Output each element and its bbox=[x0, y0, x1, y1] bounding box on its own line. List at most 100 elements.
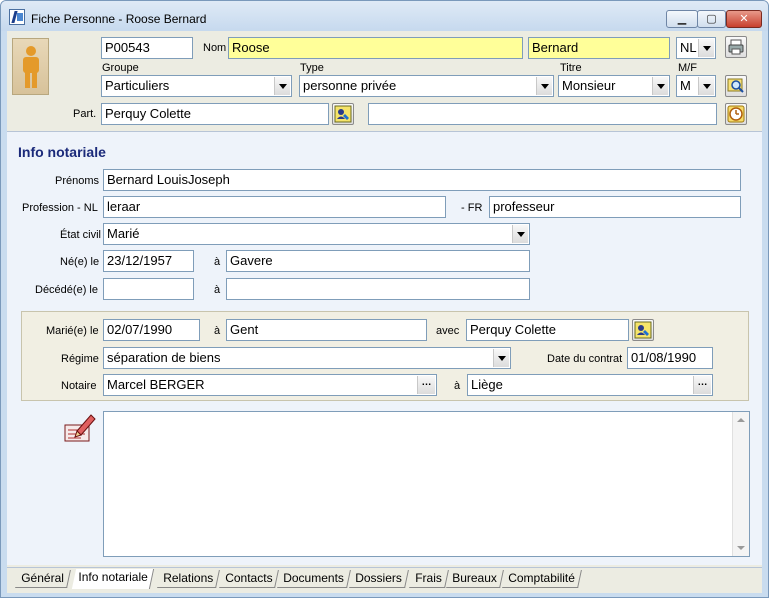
notes-text bbox=[104, 412, 749, 420]
printer-icon bbox=[728, 39, 744, 55]
type-select[interactable]: personne privée bbox=[299, 75, 554, 97]
scroll-up-icon[interactable] bbox=[737, 418, 745, 422]
notes-textarea[interactable] bbox=[103, 411, 750, 557]
titre-select[interactable]: Monsieur bbox=[558, 75, 670, 97]
tab-label: Relations bbox=[163, 571, 214, 585]
contract-date-field[interactable]: 01/08/1990 bbox=[627, 347, 713, 369]
profession-fr-field[interactable]: professeur bbox=[489, 196, 741, 218]
groupe-value: Particuliers bbox=[105, 78, 170, 93]
tab-relations[interactable]: Relations bbox=[157, 570, 220, 588]
decede-label: Décédé(e) le bbox=[35, 284, 98, 296]
code-field[interactable]: P00543 bbox=[101, 37, 193, 59]
tab-label: Comptabilité bbox=[508, 571, 575, 585]
chevron-down-icon[interactable] bbox=[493, 349, 509, 367]
tab-dossiers[interactable]: Dossiers bbox=[349, 570, 409, 588]
titre-label: Titre bbox=[560, 62, 582, 74]
prenoms-field[interactable]: Bernard LouisJoseph bbox=[103, 169, 741, 191]
part-extra-field[interactable] bbox=[368, 103, 717, 125]
birth-date-field[interactable]: 23/12/1957 bbox=[103, 250, 194, 272]
spouse-field[interactable]: Perquy Colette bbox=[466, 319, 629, 341]
tab-frais[interactable]: Frais bbox=[409, 570, 449, 588]
minimize-button[interactable]: ▁ bbox=[666, 10, 698, 28]
death-place-field[interactable] bbox=[226, 278, 530, 300]
app-icon bbox=[9, 9, 25, 25]
regime-value: séparation de biens bbox=[107, 350, 221, 365]
section-title: Info notariale bbox=[18, 144, 106, 160]
tab-comptabilite[interactable]: Comptabilité bbox=[502, 570, 582, 588]
spouse-lookup-button[interactable] bbox=[632, 319, 654, 341]
search-person-button[interactable] bbox=[725, 75, 747, 97]
history-button[interactable] bbox=[725, 103, 747, 125]
title-bar: Fiche Personne - Roose Bernard ▁ ▢ ✕ bbox=[1, 1, 768, 31]
window-title: Fiche Personne - Roose Bernard bbox=[31, 12, 207, 26]
mf-select[interactable]: M bbox=[676, 75, 716, 97]
language-select[interactable]: NL bbox=[676, 37, 716, 59]
type-value: personne privée bbox=[303, 78, 397, 93]
notaire-place-label: à bbox=[454, 380, 461, 392]
tab-documents[interactable]: Documents bbox=[277, 570, 351, 588]
language-value: NL bbox=[680, 40, 697, 55]
marriage-place-field[interactable]: Gent bbox=[226, 319, 427, 341]
chevron-down-icon[interactable] bbox=[698, 77, 714, 95]
notaire-field[interactable]: Marcel BERGER … bbox=[103, 374, 437, 396]
contact-lookup-icon bbox=[334, 105, 352, 123]
marriage-place-label: à bbox=[214, 325, 221, 337]
regime-select[interactable]: séparation de biens bbox=[103, 347, 511, 369]
death-date-field[interactable] bbox=[103, 278, 194, 300]
tab-contacts[interactable]: Contacts bbox=[219, 570, 280, 588]
contact-lookup-icon bbox=[634, 321, 652, 339]
mf-label: M/F bbox=[678, 62, 697, 74]
date-contrat-label: Date du contrat bbox=[547, 353, 623, 365]
part-lookup-button[interactable] bbox=[332, 103, 354, 125]
avec-label: avec bbox=[436, 325, 460, 337]
print-button[interactable] bbox=[725, 36, 747, 58]
clock-icon bbox=[727, 105, 745, 123]
chevron-down-icon[interactable] bbox=[652, 77, 668, 95]
marie-label: Marié(e) le bbox=[46, 325, 99, 337]
info-notariale-panel: Info notariale Prénoms Bernard LouisJose… bbox=[7, 131, 762, 565]
tab-label: Documents bbox=[283, 571, 344, 585]
prenom-field[interactable]: Bernard bbox=[528, 37, 670, 59]
tab-label: Général bbox=[21, 571, 64, 585]
window: Fiche Personne - Roose Bernard ▁ ▢ ✕ P00… bbox=[0, 0, 769, 598]
nom-field[interactable]: Roose bbox=[228, 37, 523, 59]
birth-place-field[interactable]: Gavere bbox=[226, 250, 530, 272]
profession-fr-label: - FR bbox=[461, 202, 483, 214]
profession-nl-label: Profession - NL bbox=[22, 202, 98, 214]
ellipsis-icon[interactable]: … bbox=[417, 376, 435, 394]
tab-label: Frais bbox=[415, 571, 442, 585]
notes-scrollbar[interactable] bbox=[732, 412, 749, 556]
marriage-date-field[interactable]: 02/07/1990 bbox=[103, 319, 200, 341]
maximize-button[interactable]: ▢ bbox=[697, 10, 726, 28]
person-photo-icon bbox=[12, 38, 49, 95]
chevron-down-icon[interactable] bbox=[536, 77, 552, 95]
notaire-place-field[interactable]: Liège … bbox=[467, 374, 713, 396]
part-label: Part. bbox=[73, 108, 97, 120]
etat-civil-select[interactable]: Marié bbox=[103, 223, 530, 245]
part-field[interactable]: Perquy Colette bbox=[101, 103, 329, 125]
chevron-down-icon[interactable] bbox=[274, 77, 290, 95]
tab-general[interactable]: Général bbox=[15, 570, 71, 588]
tab-strip: Général Info notariale Relations Contact… bbox=[7, 567, 762, 593]
tab-bureaux[interactable]: Bureaux bbox=[446, 570, 504, 588]
tab-label: Info notariale bbox=[78, 570, 148, 584]
tab-label: Contacts bbox=[225, 571, 273, 585]
nom-label: Nom bbox=[203, 42, 227, 54]
birth-place-label: à bbox=[214, 256, 221, 268]
profession-nl-field[interactable]: leraar bbox=[103, 196, 446, 218]
close-button[interactable]: ✕ bbox=[726, 10, 762, 28]
etat-civil-value: Marié bbox=[107, 226, 140, 241]
chevron-down-icon[interactable] bbox=[512, 225, 528, 243]
type-label: Type bbox=[300, 62, 324, 74]
mf-value: M bbox=[680, 78, 691, 93]
scroll-down-icon[interactable] bbox=[737, 546, 745, 550]
notaire-value: Marcel BERGER bbox=[107, 377, 205, 392]
chevron-down-icon[interactable] bbox=[698, 39, 714, 57]
titre-value: Monsieur bbox=[562, 78, 616, 93]
tab-info-notariale[interactable]: Info notariale bbox=[71, 569, 155, 589]
ellipsis-icon[interactable]: … bbox=[693, 376, 711, 394]
notes-pencil-icon bbox=[64, 414, 96, 442]
tab-label: Dossiers bbox=[355, 571, 402, 585]
notaire-place-value: Liège bbox=[471, 377, 503, 392]
groupe-select[interactable]: Particuliers bbox=[101, 75, 292, 97]
